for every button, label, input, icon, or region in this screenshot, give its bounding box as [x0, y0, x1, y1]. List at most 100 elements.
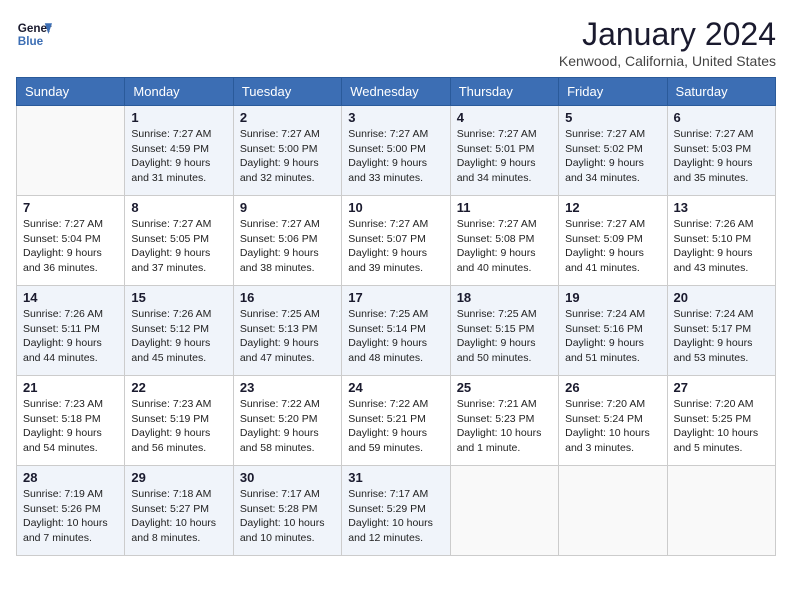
- day-number: 30: [240, 470, 335, 485]
- day-number: 18: [457, 290, 552, 305]
- calendar-cell: [17, 106, 125, 196]
- day-info: Sunrise: 7:20 AM Sunset: 5:25 PM Dayligh…: [674, 397, 769, 456]
- calendar-cell: 26 Sunrise: 7:20 AM Sunset: 5:24 PM Dayli…: [559, 376, 667, 466]
- day-number: 2: [240, 110, 335, 125]
- day-number: 5: [565, 110, 660, 125]
- day-number: 12: [565, 200, 660, 215]
- day-info: Sunrise: 7:25 AM Sunset: 5:13 PM Dayligh…: [240, 307, 335, 366]
- day-info: Sunrise: 7:17 AM Sunset: 5:28 PM Dayligh…: [240, 487, 335, 546]
- logo: General Blue: [16, 16, 52, 52]
- day-info: Sunrise: 7:23 AM Sunset: 5:18 PM Dayligh…: [23, 397, 118, 456]
- calendar-cell: 20 Sunrise: 7:24 AM Sunset: 5:17 PM Dayli…: [667, 286, 775, 376]
- calendar-cell: 21 Sunrise: 7:23 AM Sunset: 5:18 PM Dayli…: [17, 376, 125, 466]
- day-info: Sunrise: 7:27 AM Sunset: 5:03 PM Dayligh…: [674, 127, 769, 186]
- calendar-cell: 9 Sunrise: 7:27 AM Sunset: 5:06 PM Daylig…: [233, 196, 341, 286]
- calendar-cell: 3Sunrise: 7:27 AM Sunset: 5:00 PM Daylig…: [342, 106, 450, 196]
- calendar-cell: 8 Sunrise: 7:27 AM Sunset: 5:05 PM Daylig…: [125, 196, 233, 286]
- day-number: 16: [240, 290, 335, 305]
- day-info: Sunrise: 7:19 AM Sunset: 5:26 PM Dayligh…: [23, 487, 118, 546]
- day-number: 11: [457, 200, 552, 215]
- day-number: 17: [348, 290, 443, 305]
- day-number: 10: [348, 200, 443, 215]
- weekday-header-wednesday: Wednesday: [342, 78, 450, 106]
- day-number: 26: [565, 380, 660, 395]
- day-info: Sunrise: 7:27 AM Sunset: 5:09 PM Dayligh…: [565, 217, 660, 276]
- weekday-header-saturday: Saturday: [667, 78, 775, 106]
- day-info: Sunrise: 7:27 AM Sunset: 5:02 PM Dayligh…: [565, 127, 660, 186]
- day-info: Sunrise: 7:25 AM Sunset: 5:15 PM Dayligh…: [457, 307, 552, 366]
- day-info: Sunrise: 7:27 AM Sunset: 5:04 PM Dayligh…: [23, 217, 118, 276]
- day-info: Sunrise: 7:27 AM Sunset: 5:06 PM Dayligh…: [240, 217, 335, 276]
- weekday-header-monday: Monday: [125, 78, 233, 106]
- calendar-cell: 1 Sunrise: 7:27 AM Sunset: 4:59 PM Daylig…: [125, 106, 233, 196]
- day-number: 4: [457, 110, 552, 125]
- day-number: 14: [23, 290, 118, 305]
- calendar-cell: 15Sunrise: 7:26 AM Sunset: 5:12 PM Dayli…: [125, 286, 233, 376]
- calendar-cell: 25Sunrise: 7:21 AM Sunset: 5:23 PM Dayli…: [450, 376, 558, 466]
- calendar-cell: 13Sunrise: 7:26 AM Sunset: 5:10 PM Dayli…: [667, 196, 775, 286]
- day-number: 1: [131, 110, 226, 125]
- svg-text:Blue: Blue: [18, 35, 44, 48]
- day-info: Sunrise: 7:27 AM Sunset: 5:07 PM Dayligh…: [348, 217, 443, 276]
- day-number: 20: [674, 290, 769, 305]
- day-number: 29: [131, 470, 226, 485]
- day-number: 7: [23, 200, 118, 215]
- weekday-header-thursday: Thursday: [450, 78, 558, 106]
- title-section: January 2024 Kenwood, California, United…: [559, 16, 776, 69]
- day-info: Sunrise: 7:22 AM Sunset: 5:21 PM Dayligh…: [348, 397, 443, 456]
- day-number: 13: [674, 200, 769, 215]
- calendar-title: January 2024: [559, 16, 776, 53]
- day-number: 25: [457, 380, 552, 395]
- weekday-header-row: SundayMondayTuesdayWednesdayThursdayFrid…: [17, 78, 776, 106]
- calendar-week-row: 28 Sunrise: 7:19 AM Sunset: 5:26 PM Dayli…: [17, 466, 776, 556]
- calendar-cell: 29Sunrise: 7:18 AM Sunset: 5:27 PM Dayli…: [125, 466, 233, 556]
- day-number: 8: [131, 200, 226, 215]
- day-number: 21: [23, 380, 118, 395]
- day-number: 24: [348, 380, 443, 395]
- calendar-cell: 11Sunrise: 7:27 AM Sunset: 5:08 PM Dayli…: [450, 196, 558, 286]
- day-info: Sunrise: 7:26 AM Sunset: 5:11 PM Dayligh…: [23, 307, 118, 366]
- calendar-cell: 10 Sunrise: 7:27 AM Sunset: 5:07 PM Dayli…: [342, 196, 450, 286]
- day-info: Sunrise: 7:26 AM Sunset: 5:12 PM Dayligh…: [131, 307, 226, 366]
- day-number: 22: [131, 380, 226, 395]
- calendar-cell: 5 Sunrise: 7:27 AM Sunset: 5:02 PM Daylig…: [559, 106, 667, 196]
- day-info: Sunrise: 7:17 AM Sunset: 5:29 PM Dayligh…: [348, 487, 443, 546]
- day-info: Sunrise: 7:20 AM Sunset: 5:24 PM Dayligh…: [565, 397, 660, 456]
- day-info: Sunrise: 7:23 AM Sunset: 5:19 PM Dayligh…: [131, 397, 226, 456]
- calendar-cell: [450, 466, 558, 556]
- calendar-cell: 16 Sunrise: 7:25 AM Sunset: 5:13 PM Dayli…: [233, 286, 341, 376]
- calendar-subtitle: Kenwood, California, United States: [559, 53, 776, 69]
- day-number: 9: [240, 200, 335, 215]
- calendar-cell: 14 Sunrise: 7:26 AM Sunset: 5:11 PM Dayli…: [17, 286, 125, 376]
- calendar-cell: 7 Sunrise: 7:27 AM Sunset: 5:04 PM Daylig…: [17, 196, 125, 286]
- weekday-header-tuesday: Tuesday: [233, 78, 341, 106]
- day-number: 27: [674, 380, 769, 395]
- calendar-cell: 27 Sunrise: 7:20 AM Sunset: 5:25 PM Dayli…: [667, 376, 775, 466]
- day-number: 31: [348, 470, 443, 485]
- calendar-cell: 22 Sunrise: 7:23 AM Sunset: 5:19 PM Dayli…: [125, 376, 233, 466]
- day-info: Sunrise: 7:27 AM Sunset: 5:01 PM Dayligh…: [457, 127, 552, 186]
- day-info: Sunrise: 7:27 AM Sunset: 4:59 PM Dayligh…: [131, 127, 226, 186]
- day-info: Sunrise: 7:24 AM Sunset: 5:16 PM Dayligh…: [565, 307, 660, 366]
- day-info: Sunrise: 7:24 AM Sunset: 5:17 PM Dayligh…: [674, 307, 769, 366]
- calendar-cell: [559, 466, 667, 556]
- calendar-cell: 31 Sunrise: 7:17 AM Sunset: 5:29 PM Dayli…: [342, 466, 450, 556]
- calendar-cell: 17 Sunrise: 7:25 AM Sunset: 5:14 PM Dayli…: [342, 286, 450, 376]
- day-info: Sunrise: 7:27 AM Sunset: 5:05 PM Dayligh…: [131, 217, 226, 276]
- calendar-cell: 28 Sunrise: 7:19 AM Sunset: 5:26 PM Dayli…: [17, 466, 125, 556]
- day-info: Sunrise: 7:22 AM Sunset: 5:20 PM Dayligh…: [240, 397, 335, 456]
- calendar-cell: 6 Sunrise: 7:27 AM Sunset: 5:03 PM Daylig…: [667, 106, 775, 196]
- calendar-cell: 24 Sunrise: 7:22 AM Sunset: 5:21 PM Dayli…: [342, 376, 450, 466]
- calendar-week-row: 14 Sunrise: 7:26 AM Sunset: 5:11 PM Dayli…: [17, 286, 776, 376]
- calendar-cell: 30 Sunrise: 7:17 AM Sunset: 5:28 PM Dayli…: [233, 466, 341, 556]
- day-number: 28: [23, 470, 118, 485]
- calendar-week-row: 1 Sunrise: 7:27 AM Sunset: 4:59 PM Daylig…: [17, 106, 776, 196]
- weekday-header-friday: Friday: [559, 78, 667, 106]
- logo-icon: General Blue: [16, 16, 52, 52]
- day-info: Sunrise: 7:27 AM Sunset: 5:00 PM Dayligh…: [240, 127, 335, 186]
- day-info: Sunrise: 7:25 AM Sunset: 5:14 PM Dayligh…: [348, 307, 443, 366]
- calendar-week-row: 7 Sunrise: 7:27 AM Sunset: 5:04 PM Daylig…: [17, 196, 776, 286]
- page-header: General Blue January 2024 Kenwood, Calif…: [16, 16, 776, 69]
- day-number: 6: [674, 110, 769, 125]
- day-number: 19: [565, 290, 660, 305]
